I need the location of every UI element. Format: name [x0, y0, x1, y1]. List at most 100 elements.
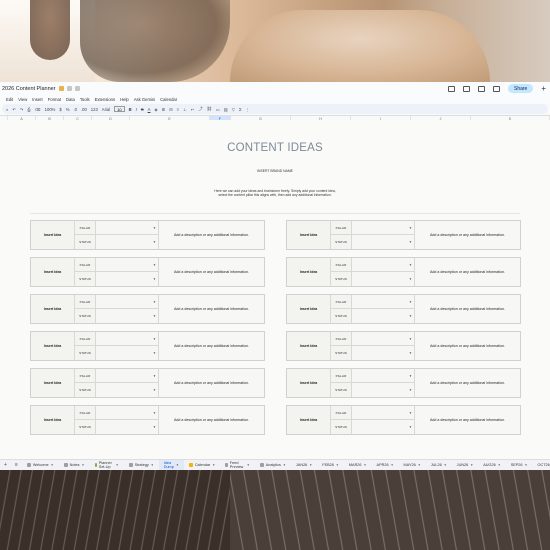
align-horizontal-icon[interactable]: ≡: [177, 107, 179, 112]
align-vertical-icon[interactable]: ⊥: [183, 107, 187, 112]
idea-name[interactable]: Insert Idea: [287, 221, 331, 249]
menu-data[interactable]: Data: [66, 97, 75, 102]
sheet-tab[interactable]: Strategy ▼: [124, 460, 159, 471]
pillar-dropdown[interactable]: ▼: [352, 258, 415, 272]
borders-icon[interactable]: ⊞: [162, 107, 166, 112]
strikethrough-icon[interactable]: S: [141, 107, 144, 112]
menu-tools[interactable]: Tools: [80, 97, 90, 102]
brand-name[interactable]: INSERT BRAND NAME: [0, 169, 550, 173]
pillar-dropdown[interactable]: ▼: [352, 332, 415, 346]
merge-cells-icon[interactable]: ⊟: [169, 107, 173, 112]
status-dropdown[interactable]: ▼: [96, 272, 159, 286]
sheet-tab[interactable]: Calendar ▼: [184, 460, 220, 471]
pillar-dropdown[interactable]: ▼: [352, 406, 415, 420]
font-size-input[interactable]: 10: [114, 106, 125, 112]
status-dropdown[interactable]: ▼: [352, 309, 415, 323]
bold-icon[interactable]: B: [129, 107, 132, 112]
sheet-tab[interactable]: JUL26 ▼: [426, 460, 452, 471]
sheet-tab[interactable]: OCT26▼: [533, 460, 550, 471]
idea-name[interactable]: Insert Idea: [31, 295, 75, 323]
star-icon[interactable]: [58, 86, 64, 91]
fill-color-icon[interactable]: ◈: [154, 107, 157, 112]
print-icon[interactable]: ⎙: [27, 107, 30, 112]
menu-edit[interactable]: Edit: [6, 97, 13, 102]
link-icon[interactable]: ⛓: [207, 106, 212, 112]
idea-name[interactable]: Insert Idea: [31, 332, 75, 360]
sheet-tab[interactable]: MAY26 ▼: [399, 460, 426, 471]
menu-help[interactable]: Help: [120, 97, 129, 102]
redo-icon[interactable]: ↷: [20, 107, 24, 112]
pillar-dropdown[interactable]: ▼: [352, 295, 415, 309]
rotate-text-icon[interactable]: ⤴: [198, 106, 202, 112]
sheet-tab[interactable]: JAN26 ▼: [291, 460, 317, 471]
idea-description[interactable]: Add a description or any additional info…: [415, 406, 520, 434]
pillar-dropdown[interactable]: ▼: [96, 369, 159, 383]
idea-description[interactable]: Add a description or any additional info…: [415, 369, 520, 397]
idea-description[interactable]: Add a description or any additional info…: [415, 295, 520, 323]
chart-icon[interactable]: ▥: [224, 107, 228, 112]
italic-icon[interactable]: I: [136, 107, 137, 112]
document-title[interactable]: 2026 Content Planner: [2, 86, 56, 92]
paint-format-icon[interactable]: ⌫: [35, 107, 41, 112]
functions-icon[interactable]: Σ: [239, 107, 242, 112]
undo-icon[interactable]: ↶: [12, 107, 16, 112]
status-dropdown[interactable]: ▼: [352, 420, 415, 434]
menu-format[interactable]: Format: [48, 97, 61, 102]
sheet-tab[interactable]: JUN26 ▼: [452, 460, 479, 471]
sheet-tab[interactable]: FEB26 ▼: [317, 460, 344, 471]
idea-name[interactable]: Insert Idea: [287, 332, 331, 360]
sheet-tab[interactable]: Feed Preview ▼: [220, 460, 254, 471]
menu-view[interactable]: View: [18, 97, 27, 102]
idea-description[interactable]: Add a description or any additional info…: [159, 295, 264, 323]
meet-icon[interactable]: [477, 85, 485, 92]
zoom-select[interactable]: 100%: [45, 107, 56, 112]
pillar-dropdown[interactable]: ▼: [352, 369, 415, 383]
status-dropdown[interactable]: ▼: [96, 346, 159, 360]
menu-ask-gemini[interactable]: Ask Gemini: [134, 97, 155, 102]
wrap-text-icon[interactable]: ↩: [191, 107, 195, 112]
increase-decimal-button[interactable]: .00: [81, 107, 87, 112]
percent-button[interactable]: %: [66, 107, 70, 112]
idea-description[interactable]: Add a description or any additional info…: [159, 332, 264, 360]
sheet-tab[interactable]: SEP26 ▼: [506, 460, 533, 471]
share-button[interactable]: Share: [507, 84, 534, 93]
status-dropdown[interactable]: ▼: [96, 235, 159, 249]
add-sheet-icon[interactable]: +: [0, 462, 11, 468]
filter-icon[interactable]: ▽: [232, 107, 235, 112]
menu-calendar[interactable]: Calendar: [160, 97, 177, 102]
comments-icon[interactable]: [462, 85, 470, 92]
currency-button[interactable]: $: [59, 107, 61, 112]
sheet-tab[interactable]: APR26 ▼: [372, 460, 399, 471]
idea-name[interactable]: Insert Idea: [287, 295, 331, 323]
status-dropdown[interactable]: ▼: [96, 383, 159, 397]
menu-insert[interactable]: Insert: [32, 97, 42, 102]
status-dropdown[interactable]: ▼: [352, 235, 415, 249]
idea-name[interactable]: Insert Idea: [287, 369, 331, 397]
history-icon[interactable]: [447, 85, 455, 92]
idea-description[interactable]: Add a description or any additional info…: [415, 258, 520, 286]
status-dropdown[interactable]: ▼: [352, 383, 415, 397]
move-folder-icon[interactable]: [66, 86, 72, 91]
pillar-dropdown[interactable]: ▼: [96, 332, 159, 346]
font-select[interactable]: Arial: [102, 107, 110, 112]
idea-description[interactable]: Add a description or any additional info…: [159, 406, 264, 434]
sheet-area[interactable]: CONTENT IDEAS INSERT BRAND NAME Here we …: [0, 120, 550, 459]
gemini-icon[interactable]: [492, 85, 500, 92]
idea-description[interactable]: Add a description or any additional info…: [159, 221, 264, 249]
status-dropdown[interactable]: ▼: [352, 272, 415, 286]
pillar-dropdown[interactable]: ▼: [96, 295, 159, 309]
sheet-tab[interactable]: Notes ▼: [59, 460, 90, 471]
idea-description[interactable]: Add a description or any additional info…: [159, 258, 264, 286]
status-dropdown[interactable]: ▼: [352, 346, 415, 360]
idea-name[interactable]: Insert Idea: [31, 406, 75, 434]
menu-extensions[interactable]: Extensions: [95, 97, 115, 102]
sheet-tab[interactable]: Analytics ▼: [255, 460, 291, 471]
cloud-status-icon[interactable]: [74, 86, 80, 91]
sheet-tab-active[interactable]: Idea Dump ▼: [158, 459, 184, 470]
idea-description[interactable]: Add a description or any additional info…: [415, 332, 520, 360]
more-icon[interactable]: ⋮: [246, 107, 250, 112]
comment-icon[interactable]: ▭: [216, 107, 220, 112]
pillar-dropdown[interactable]: ▼: [352, 221, 415, 235]
idea-name[interactable]: Insert Idea: [287, 406, 331, 434]
number-format-button[interactable]: 123: [91, 107, 98, 112]
